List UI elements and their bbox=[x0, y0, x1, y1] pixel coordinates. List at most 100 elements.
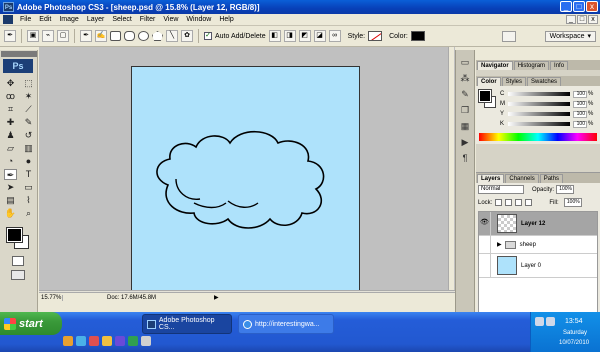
menu-image[interactable]: Image bbox=[55, 16, 82, 23]
cyan-value[interactable]: 100 bbox=[573, 90, 587, 98]
hand-tool-icon[interactable]: ✋ bbox=[4, 208, 17, 219]
color-spectrum[interactable] bbox=[479, 133, 597, 141]
dodge-tool-icon[interactable]: ● bbox=[22, 156, 35, 167]
path-area-intersect-icon[interactable]: ◩ bbox=[298, 30, 311, 42]
style-picker[interactable] bbox=[368, 31, 383, 41]
notes-tool-icon[interactable]: ▤ bbox=[4, 195, 17, 206]
paragraph-panel-icon[interactable]: ¶ bbox=[459, 152, 472, 164]
pen-icon[interactable]: ✒ bbox=[80, 30, 92, 42]
rounded-rectangle-shape-icon[interactable] bbox=[124, 31, 135, 41]
doc-minimize-button[interactable]: _ bbox=[566, 15, 576, 24]
quick-launch-app-icon[interactable] bbox=[141, 336, 151, 346]
status-menu-arrow-icon[interactable]: ▶ bbox=[214, 294, 219, 301]
menu-layer[interactable]: Layer bbox=[83, 16, 109, 23]
slice-tool-icon[interactable]: ⟋ bbox=[22, 104, 35, 115]
lock-position-icon[interactable] bbox=[515, 199, 523, 206]
foreground-color[interactable] bbox=[6, 227, 23, 243]
quick-launch-app-icon[interactable] bbox=[115, 336, 125, 346]
layer-row-layer-0[interactable]: Layer 0 bbox=[479, 254, 597, 278]
tool-presets-panel-icon[interactable]: ✎ bbox=[459, 88, 472, 100]
menu-window[interactable]: Window bbox=[182, 16, 215, 23]
black-slider[interactable] bbox=[508, 122, 570, 126]
file-browser-icon[interactable] bbox=[502, 31, 516, 42]
tab-swatches[interactable]: Swatches bbox=[527, 77, 562, 86]
path-area-subtract-icon[interactable]: ◨ bbox=[283, 30, 296, 42]
fill-pixels-icon[interactable]: ▢ bbox=[57, 30, 69, 42]
eyedropper-tool-icon[interactable]: ⌇ bbox=[22, 195, 35, 206]
eraser-tool-icon[interactable]: ▱ bbox=[4, 143, 17, 154]
clone-stamp-tool-icon[interactable]: ♟ bbox=[4, 130, 17, 141]
shape-tool-icon[interactable]: ▭ bbox=[22, 182, 35, 193]
visibility-toggle[interactable] bbox=[479, 236, 491, 253]
auto-add-delete-checkbox[interactable]: ✓ bbox=[204, 32, 212, 40]
fill-input[interactable]: 100% bbox=[563, 198, 582, 207]
tab-info[interactable]: Info bbox=[550, 61, 569, 70]
quick-launch-app-icon[interactable] bbox=[128, 336, 138, 346]
eye-icon[interactable]: 👁 bbox=[479, 212, 491, 235]
layer-row-sheep-group[interactable]: ▶ sheep bbox=[479, 236, 597, 254]
tab-histogram[interactable]: Histogram bbox=[513, 61, 550, 70]
tab-navigator[interactable]: Navigator bbox=[477, 61, 513, 70]
layer-comps-panel-icon[interactable]: ❐ bbox=[459, 104, 472, 116]
blur-tool-icon[interactable]: ◔ bbox=[4, 156, 17, 167]
tab-styles[interactable]: Styles bbox=[501, 77, 527, 86]
network-icon[interactable] bbox=[535, 317, 544, 326]
opacity-input[interactable]: 100% bbox=[556, 185, 575, 194]
vertical-scrollbar[interactable] bbox=[448, 47, 454, 290]
paths-icon[interactable]: ⌁ bbox=[42, 30, 54, 42]
polygon-shape-icon[interactable] bbox=[152, 31, 163, 41]
gradient-tool-icon[interactable]: ▥ bbox=[22, 143, 35, 154]
lock-all-icon[interactable] bbox=[525, 199, 533, 206]
document-canvas[interactable] bbox=[131, 66, 360, 295]
start-button[interactable]: start bbox=[0, 312, 62, 335]
brushes-panel-icon[interactable]: ⁂ bbox=[459, 72, 472, 84]
menu-file[interactable]: File bbox=[16, 16, 35, 23]
volume-icon[interactable] bbox=[546, 317, 555, 326]
close-button[interactable]: x bbox=[586, 1, 598, 12]
yellow-value[interactable]: 100 bbox=[573, 110, 587, 118]
zoom-tool-icon[interactable]: ⌕ bbox=[22, 208, 35, 219]
type-tool-icon[interactable]: T bbox=[22, 169, 35, 180]
lock-transparent-icon[interactable] bbox=[495, 199, 503, 206]
clock-time[interactable]: 13:54 bbox=[565, 318, 583, 325]
maximize-button[interactable]: □ bbox=[573, 1, 585, 12]
custom-shape-icon[interactable]: ✿ bbox=[181, 30, 193, 42]
menu-view[interactable]: View bbox=[159, 16, 182, 23]
rectangle-shape-icon[interactable] bbox=[110, 31, 121, 41]
path-area-add-icon[interactable]: ◧ bbox=[268, 30, 281, 42]
dock-grip-icon[interactable]: ▭ bbox=[459, 56, 472, 68]
layer-row-layer-12[interactable]: 👁 Layer 12 bbox=[479, 212, 597, 236]
black-value[interactable]: 100 bbox=[573, 120, 587, 128]
quick-launch-app-icon[interactable] bbox=[76, 336, 86, 346]
toolbox-grip[interactable] bbox=[1, 51, 37, 57]
screen-mode-button[interactable] bbox=[11, 270, 25, 280]
magic-wand-tool-icon[interactable]: ✶ bbox=[22, 91, 35, 102]
pen-tool-preset-icon[interactable]: ✒ bbox=[4, 30, 16, 42]
healing-brush-tool-icon[interactable]: ✚ bbox=[4, 117, 17, 128]
history-brush-tool-icon[interactable]: ↺ bbox=[22, 130, 35, 141]
lasso-tool-icon[interactable]: ꝏ bbox=[4, 91, 17, 102]
color-swatch[interactable] bbox=[410, 31, 425, 41]
chain-link-icon[interactable]: ∞ bbox=[328, 30, 341, 42]
brush-tool-icon[interactable]: ✎ bbox=[22, 117, 35, 128]
history-panel-icon[interactable]: ▦ bbox=[459, 120, 472, 132]
menu-edit[interactable]: Edit bbox=[35, 16, 55, 23]
doc-restore-button[interactable]: □ bbox=[577, 15, 587, 24]
magenta-value[interactable]: 100 bbox=[573, 100, 587, 108]
tab-paths[interactable]: Paths bbox=[539, 174, 564, 183]
task-browser[interactable]: http://interestingwa... bbox=[238, 314, 334, 334]
workspace-dropdown[interactable]: Workspace ▾ bbox=[544, 31, 596, 42]
quick-launch-app-icon[interactable] bbox=[102, 336, 112, 346]
doc-close-button[interactable]: x bbox=[588, 15, 598, 24]
blend-mode-select[interactable]: Normal bbox=[478, 185, 524, 194]
tab-color[interactable]: Color bbox=[477, 77, 501, 86]
shape-layers-icon[interactable]: ▣ bbox=[27, 30, 39, 42]
pen-tool-icon[interactable]: ✒ bbox=[4, 169, 17, 180]
marquee-tool-icon[interactable]: ⬚ bbox=[22, 78, 35, 89]
lock-image-icon[interactable] bbox=[505, 199, 513, 206]
quick-mask-button[interactable] bbox=[12, 256, 24, 266]
actions-panel-icon[interactable]: ▶ bbox=[459, 136, 472, 148]
yellow-slider[interactable] bbox=[508, 112, 570, 116]
cyan-slider[interactable] bbox=[508, 92, 570, 96]
menu-filter[interactable]: Filter bbox=[136, 16, 160, 23]
